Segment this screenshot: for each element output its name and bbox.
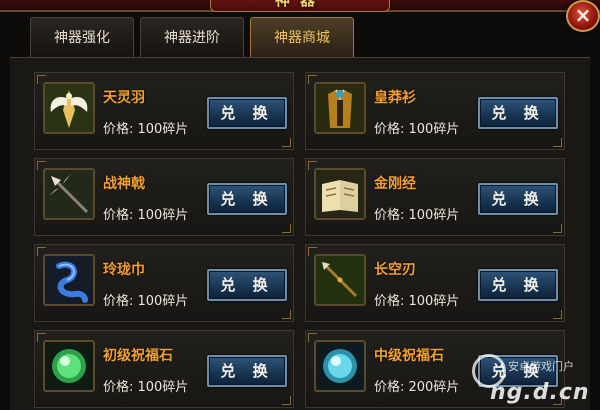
shop-item-card: 皇莽衫 价格: 100碎片 兑 换 [305,72,565,150]
shop-item-card: 天灵羽 价格: 100碎片 兑 换 [34,72,294,150]
shop-item-card: 中级祝福石 价格: 200碎片 兑 换 [305,330,565,408]
scripture-book-icon [316,170,364,218]
item-name: 战神戟 [103,176,145,192]
item-name: 金刚经 [374,176,416,192]
item-name: 长空刃 [374,262,416,278]
exchange-button[interactable]: 兑 换 [478,183,558,215]
item-name: 中级祝福石 [374,348,444,364]
tab-artifact-shop[interactable]: 神器商城 [250,17,354,57]
item-price: 价格: 200碎片 [374,380,460,395]
green-blessing-stone-icon [45,342,93,390]
item-price: 价格: 100碎片 [374,294,460,309]
item-price: 价格: 100碎片 [374,208,460,223]
item-icon-frame [314,340,366,392]
item-price: 价格: 100碎片 [103,380,189,395]
item-price: 价格: 100碎片 [103,294,189,309]
exchange-button[interactable]: 兑 换 [207,355,287,387]
silk-scarf-icon [45,256,93,304]
royal-robe-icon [316,84,364,132]
exchange-button[interactable]: 兑 换 [207,269,287,301]
item-price: 价格: 100碎片 [103,122,189,137]
item-icon-frame [43,340,95,392]
shop-item-card: 玲珑巾 价格: 100碎片 兑 换 [34,244,294,322]
shop-panel: 天灵羽 价格: 100碎片 兑 换 皇莽衫 价格: 100碎片 兑 换 战神戟 … [10,57,590,410]
close-icon: × [574,3,592,27]
angel-wings-icon [45,84,93,132]
tab-artifact-enhance[interactable]: 神器强化 [30,17,134,57]
exchange-button[interactable]: 兑 换 [478,97,558,129]
item-price: 价格: 100碎片 [374,122,460,137]
close-button[interactable]: × [566,0,600,32]
exchange-button[interactable]: 兑 换 [478,355,558,387]
exchange-button[interactable]: 兑 换 [207,183,287,215]
shop-item-card: 金刚经 价格: 100碎片 兑 换 [305,158,565,236]
item-name: 皇莽衫 [374,90,416,106]
shop-item-card: 初级祝福石 价格: 100碎片 兑 换 [34,330,294,408]
item-icon-frame [43,168,95,220]
item-icon-frame [314,254,366,306]
item-name: 玲珑巾 [103,262,145,278]
item-price: 价格: 100碎片 [103,208,189,223]
spear-blade-icon [316,256,364,304]
shop-item-card: 战神戟 价格: 100碎片 兑 换 [34,158,294,236]
exchange-button[interactable]: 兑 换 [207,97,287,129]
item-icon-frame [43,254,95,306]
exchange-button[interactable]: 兑 换 [478,269,558,301]
shop-item-card: 长空刃 价格: 100碎片 兑 换 [305,244,565,322]
tab-artifact-advance[interactable]: 神器进阶 [140,17,244,57]
item-name: 天灵羽 [103,90,145,106]
item-name: 初级祝福石 [103,348,173,364]
item-icon-frame [314,82,366,134]
window-title: 神器 [210,0,390,12]
item-icon-frame [314,168,366,220]
blue-blessing-stone-icon [316,342,364,390]
item-icon-frame [43,82,95,134]
halberd-icon [45,170,93,218]
